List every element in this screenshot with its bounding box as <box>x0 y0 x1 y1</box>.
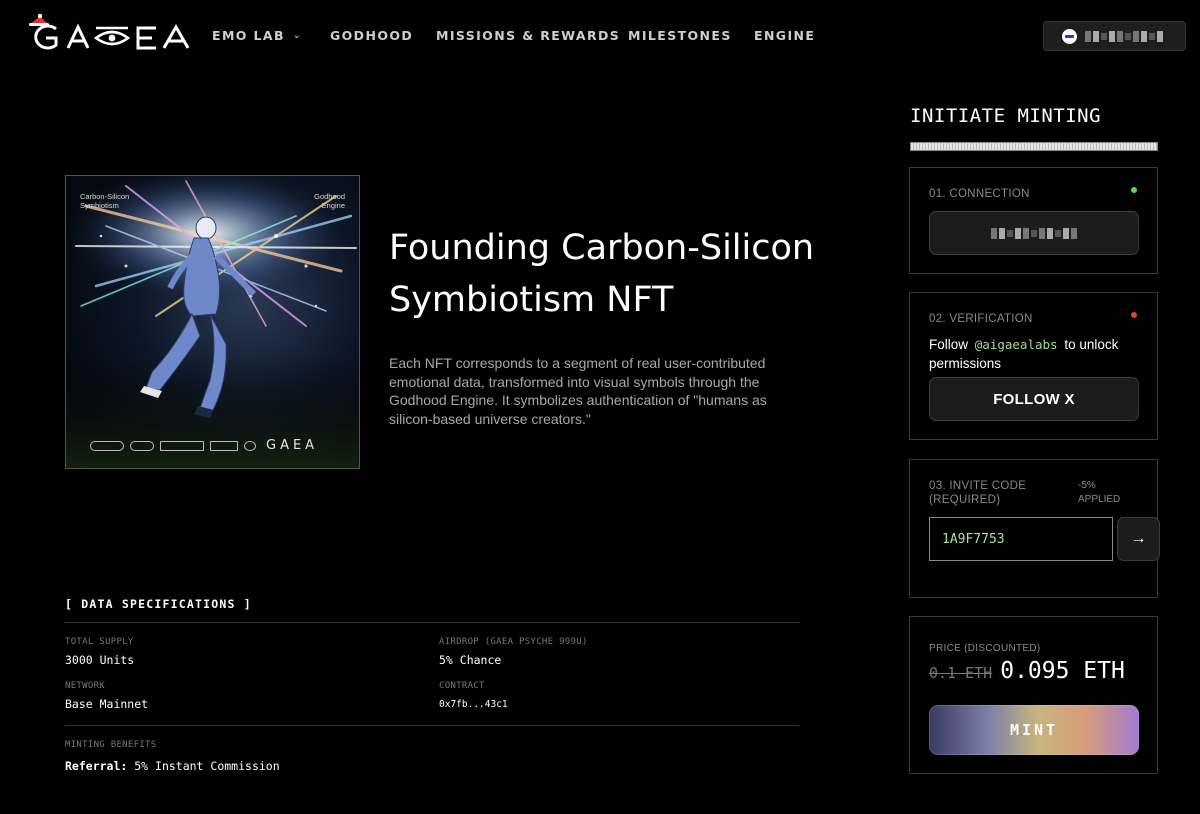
x-handle[interactable]: @aigaealabs <box>975 337 1058 352</box>
airdrop-label: AIRDROP (GAEA PSYCHE 999U) <box>439 637 588 647</box>
total-supply-value: 3000 Units <box>65 653 135 667</box>
verification-status-dot <box>1131 312 1137 318</box>
initiate-minting-heading: INITIATE MINTING <box>910 105 1102 127</box>
nav-emo-lab-label: EMO LAB <box>212 28 285 43</box>
discounted-price: 0.095 ETH <box>1000 658 1125 684</box>
minting-benefits-label: MINTING BENEFITS <box>65 740 157 750</box>
artwork-label-left: Carbon-Silicon Symbiotism <box>80 192 130 210</box>
connection-card: 01. CONNECTION <box>909 167 1158 274</box>
nft-title: Founding Carbon-Silicon Symbiotism NFT <box>389 228 815 320</box>
top-navigation: EMO LAB ⌄ GODHOOD MISSIONS & REWARDS MIL… <box>0 0 1200 72</box>
follow-text-before: Follow <box>929 337 969 352</box>
verification-card: 02. VERIFICATION Follow @aigaealabs to u… <box>909 292 1158 440</box>
divider <box>65 622 799 623</box>
price-card: PRICE (DISCOUNTED) 0.1 ETH 0.095 ETH MIN… <box>909 616 1158 774</box>
submit-invite-button[interactable]: → <box>1117 517 1160 561</box>
minting-benefits-value: Referral: 5% Instant Commission <box>65 759 280 773</box>
wallet-network-icon <box>1062 28 1077 44</box>
price-label: PRICE (DISCOUNTED) <box>929 643 1041 654</box>
follow-instructions: Follow @aigaealabs to unlock permissions <box>929 336 1144 373</box>
nav-missions-rewards[interactable]: MISSIONS & REWARDS <box>436 28 628 43</box>
referral-value: 5% Instant Commission <box>134 759 280 773</box>
invite-code-card: 03. INVITE CODE (REQUIRED) -5% APPLIED → <box>909 459 1160 598</box>
nav-emo-lab[interactable]: EMO LAB ⌄ <box>212 28 330 43</box>
barcode-icon <box>160 440 204 451</box>
minting-progress-bar <box>910 142 1158 151</box>
arrow-right-icon: → <box>1130 530 1147 547</box>
network-label: NETWORK <box>65 681 106 691</box>
nav-godhood-label: GODHOOD <box>330 28 414 43</box>
barcode-icon <box>210 440 238 451</box>
mint-button-label: MINT <box>1009 721 1059 739</box>
verification-label: 02. VERIFICATION <box>929 313 1033 325</box>
badge-icon <box>90 440 124 451</box>
copyright-icon <box>244 440 256 451</box>
nav-milestones-label: MILESTONES <box>628 28 732 43</box>
invite-code-input[interactable] <box>929 517 1113 561</box>
nft-artwork-image: Carbon-Silicon Symbiotism Godhood Engine… <box>65 175 360 469</box>
redacted-address <box>1085 30 1163 42</box>
redacted-address <box>991 227 1077 239</box>
invite-code-label: 03. INVITE CODE (REQUIRED) <box>929 480 1027 506</box>
artwork-brand: GAEA <box>266 438 319 453</box>
total-supply-label: TOTAL SUPPLY <box>65 637 134 647</box>
connection-label: 01. CONNECTION <box>929 188 1030 200</box>
main-nav: EMO LAB ⌄ GODHOOD MISSIONS & REWARDS MIL… <box>212 28 815 43</box>
mint-button[interactable]: MINT <box>929 705 1139 755</box>
nav-godhood[interactable]: GODHOOD <box>330 28 436 43</box>
divider <box>65 725 799 726</box>
gaea-logo[interactable] <box>26 12 192 52</box>
network-value: Base Mainnet <box>65 697 149 711</box>
data-specifications-heading: [ DATA SPECIFICATIONS ] <box>65 597 252 611</box>
contract-label: CONTRACT <box>439 681 485 691</box>
badge-icon <box>130 440 154 451</box>
discount-applied-badge: -5% APPLIED <box>1078 480 1121 505</box>
artwork-footer: GAEA <box>90 438 318 453</box>
follow-x-label: FOLLOW X <box>993 390 1075 408</box>
nav-milestones[interactable]: MILESTONES <box>628 28 754 43</box>
original-price: 0.1 ETH <box>929 664 993 682</box>
nav-engine-label: ENGINE <box>754 28 816 43</box>
nft-description: Each NFT corresponds to a segment of rea… <box>389 355 767 427</box>
nav-engine[interactable]: ENGINE <box>754 28 815 43</box>
contract-address[interactable]: 0x7fb...43c1 <box>439 699 508 710</box>
follow-x-button[interactable]: FOLLOW X <box>929 377 1139 421</box>
chevron-down-icon: ⌄ <box>292 30 302 41</box>
airdrop-value: 5% Chance <box>439 653 502 667</box>
connection-status-dot <box>1131 187 1137 193</box>
price-row: 0.1 ETH 0.095 ETH <box>929 658 1125 684</box>
artwork-label-right: Godhood Engine <box>314 192 345 210</box>
wallet-account-button[interactable] <box>1043 21 1186 51</box>
connected-wallet-button[interactable] <box>929 211 1139 255</box>
referral-key: Referral: <box>65 759 128 773</box>
nav-missions-label: MISSIONS & REWARDS <box>436 28 621 43</box>
